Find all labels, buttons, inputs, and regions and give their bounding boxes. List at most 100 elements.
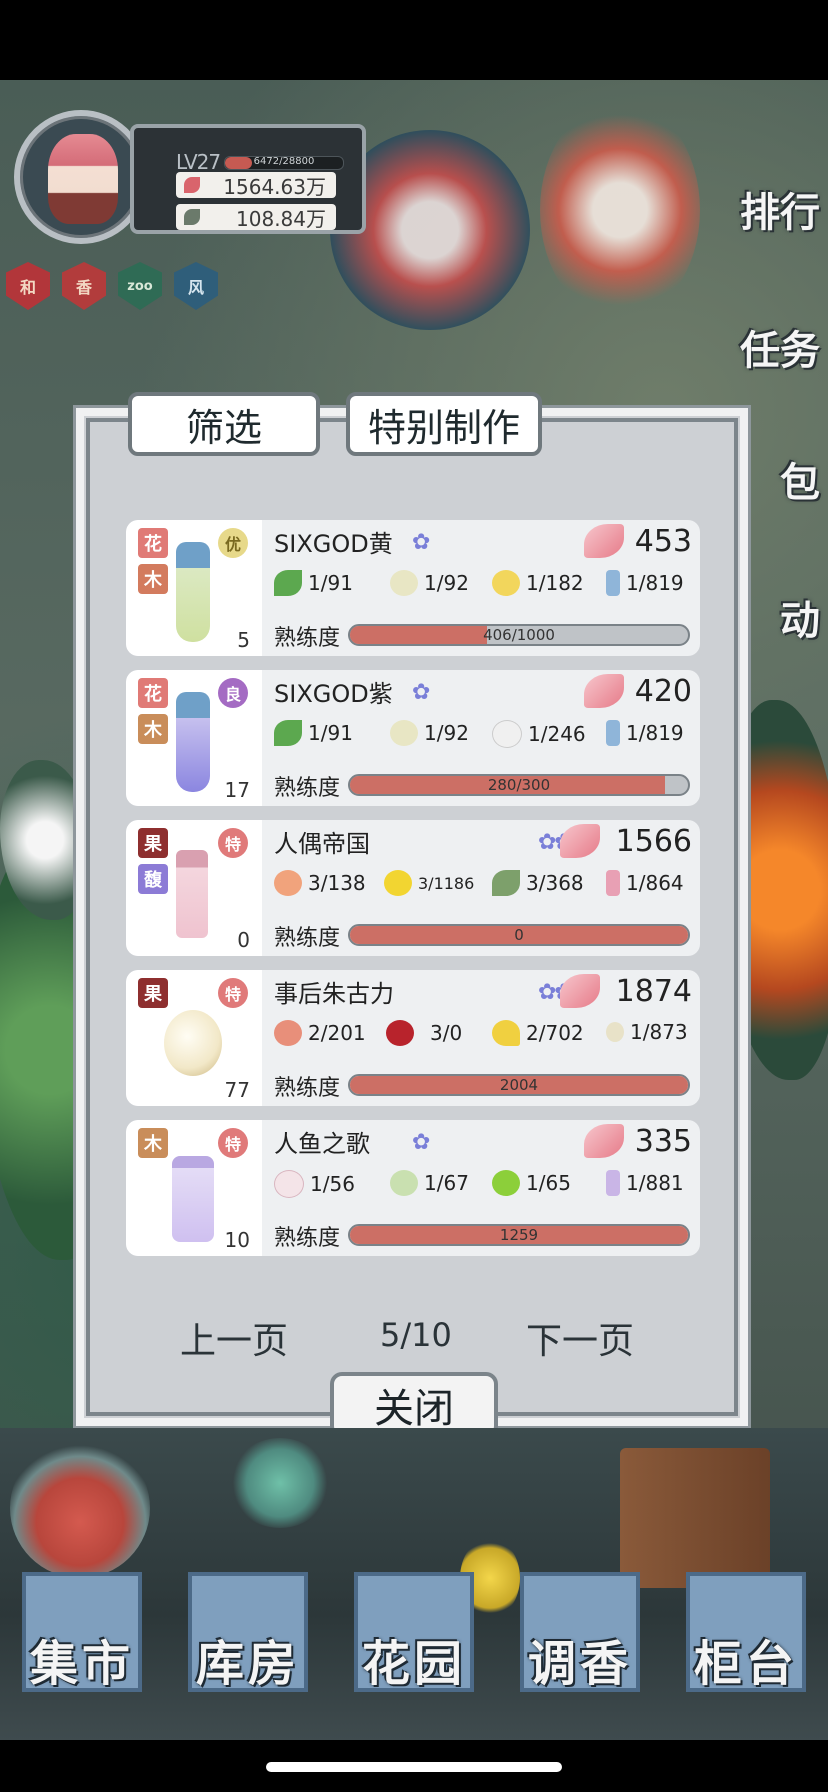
leaf-amount: 108.84万	[236, 206, 326, 231]
bottle-icon	[606, 570, 620, 596]
proficiency-value: 0	[514, 926, 524, 944]
recipe-card[interactable]: 果 馥 特 0 人偶帝国 ✿✿✿ 1566 3/138 3/1186 3/368…	[126, 820, 700, 956]
badge-feng[interactable]: 风	[174, 262, 218, 310]
recipe-card[interactable]: 木 特 10 人鱼之歌 ✿ 335 1/56 1/67 1/65 1/881 熟…	[126, 1120, 700, 1256]
avatar[interactable]	[14, 110, 148, 244]
recipe-thumbnail: 果 馥 特 0	[126, 820, 262, 956]
perfume-bottle-icon	[164, 1010, 222, 1076]
petal-icon	[560, 824, 600, 858]
recipe-thumbnail: 花 木 良 17	[126, 670, 262, 806]
market-button[interactable]: 集市	[22, 1572, 142, 1692]
ingredient: 1/864	[606, 870, 684, 896]
ingredient: 3/0	[386, 1020, 462, 1046]
tag-fragrant: 馥	[138, 864, 168, 894]
badge-zoo[interactable]: zoo	[118, 262, 162, 310]
ingredient: 1/92	[390, 570, 469, 596]
grade-badge: 特	[218, 978, 248, 1008]
next-page-button[interactable]: 下一页	[526, 1312, 634, 1364]
ingredient: 2/201	[274, 1020, 366, 1046]
peach-icon	[274, 870, 302, 896]
recipe-price: 420	[634, 674, 692, 709]
ingredient: 1/246	[492, 720, 586, 748]
lemon-icon	[384, 870, 412, 896]
petal-amount: 1564.63万	[223, 174, 326, 199]
player-stats-panel: LV27 6472/28800 1564.63万 108.84万	[130, 124, 366, 234]
tab-special-craft[interactable]: 特别制作	[346, 392, 542, 456]
tag-flower: 花	[138, 528, 168, 558]
page-indicator: 5/10	[380, 1316, 452, 1354]
prev-page-button[interactable]: 上一页	[180, 1312, 288, 1364]
round-flask	[10, 1438, 150, 1578]
proficiency-label: 熟练度	[274, 1076, 341, 1101]
blend-button[interactable]: 调香	[520, 1572, 640, 1692]
perfume-bottle-icon	[176, 850, 208, 938]
white-flower-icon	[492, 720, 522, 748]
tasks-button[interactable]: 任务	[718, 318, 828, 394]
player-profile[interactable]: LV27 6472/28800 1564.63万 108.84万	[14, 110, 366, 256]
rank-button[interactable]: 排行	[718, 180, 828, 256]
recipe-price: 1566	[615, 824, 692, 859]
rarity-stars: ✿	[412, 1130, 430, 1155]
recipe-card[interactable]: 花 木 良 17 SIXGOD紫 ✿ 420 1/91 1/92 1/246 1…	[126, 670, 700, 806]
grade-badge: 特	[218, 1128, 248, 1158]
avatar-portrait	[48, 134, 118, 224]
xp-bar: 6472/28800	[224, 156, 344, 170]
ingredient: 1/67	[390, 1170, 469, 1196]
recipe-thumbnail: 木 特 10	[126, 1120, 262, 1256]
ingredient: 3/1186	[384, 870, 474, 896]
petal-icon	[584, 674, 624, 708]
recipe-name: SIXGOD黄	[274, 530, 393, 558]
tag-fruit: 果	[138, 828, 168, 858]
proficiency-bar: 1259	[348, 1224, 690, 1246]
recipe-thumbnail: 花 木 优 5	[126, 520, 262, 656]
mint-leaf-icon	[274, 570, 302, 596]
petal-icon	[584, 524, 624, 558]
lily-icon	[390, 720, 418, 746]
leaf-icon	[184, 209, 200, 225]
tag-fruit: 果	[138, 978, 168, 1008]
rarity-stars: ✿	[412, 530, 430, 555]
recipe-card[interactable]: 花 木 优 5 SIXGOD黄 ✿ 453 1/91 1/92 1/182 1/…	[126, 520, 700, 656]
petal-icon	[184, 177, 200, 193]
tag-wood: 木	[138, 714, 168, 744]
perfume-bottle-icon	[176, 692, 210, 792]
owned-count: 0	[237, 928, 250, 952]
warehouse-button[interactable]: 库房	[188, 1572, 308, 1692]
perfume-bottle-icon	[176, 542, 210, 642]
proficiency-label: 熟练度	[274, 626, 341, 651]
orchid-cluster	[540, 100, 700, 320]
tag-flower: 花	[138, 678, 168, 708]
grade-badge: 优	[218, 528, 248, 558]
home-indicator[interactable]	[266, 1762, 562, 1772]
leaf-currency: 108.84万	[176, 204, 336, 231]
lily-icon	[390, 570, 418, 596]
owned-count: 10	[224, 1228, 250, 1252]
recipe-price: 453	[634, 524, 692, 559]
perfume-bottle-icon	[172, 1156, 214, 1242]
ingredient: 1/819	[606, 720, 684, 746]
mint-leaf-icon	[274, 720, 302, 746]
owned-count: 77	[224, 1078, 250, 1102]
pink-bottle-icon	[606, 870, 620, 896]
recipe-name: SIXGOD紫	[274, 680, 393, 708]
proficiency-value: 280/300	[487, 776, 551, 794]
ingredient: 1/873	[606, 1020, 688, 1044]
badge-xiang[interactable]: 香	[62, 262, 106, 310]
green-flask	[230, 1438, 330, 1528]
recipe-card[interactable]: 果 特 77 事后朱古力 ✿✿ 1874 2/201 3/0 2/702 1/8…	[126, 970, 700, 1106]
badge-he[interactable]: 和	[6, 262, 50, 310]
tab-filter[interactable]: 筛选	[128, 392, 320, 456]
petal-icon	[560, 974, 600, 1008]
petal-icon	[584, 1124, 624, 1158]
proficiency-label: 熟练度	[274, 926, 341, 951]
petal-currency: 1564.63万	[176, 172, 336, 199]
grade-badge: 良	[218, 678, 248, 708]
garden-button[interactable]: 花园	[354, 1572, 474, 1692]
tag-wood: 木	[138, 1128, 168, 1158]
ingredient: 1/92	[390, 720, 469, 746]
berries-icon	[386, 1020, 414, 1046]
counter-button[interactable]: 柜台	[686, 1572, 806, 1692]
ingredient: 1/182	[492, 570, 584, 596]
proficiency-value: 406/1000	[483, 626, 555, 644]
recipe-name: 人偶帝国	[274, 830, 370, 858]
